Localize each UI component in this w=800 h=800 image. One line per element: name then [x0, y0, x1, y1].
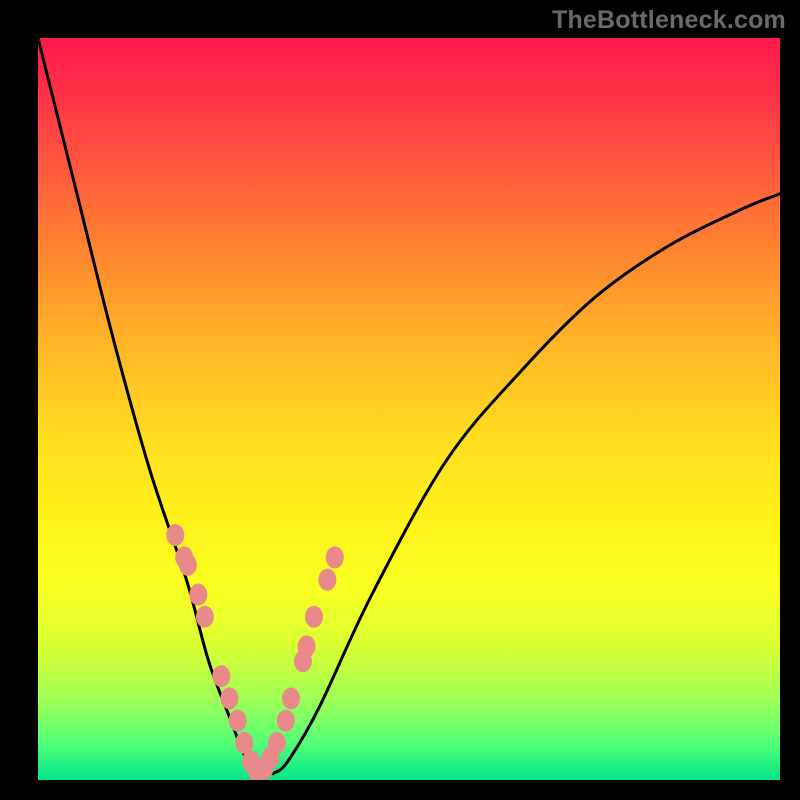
- highlight-point: [277, 710, 295, 732]
- highlight-point: [268, 732, 286, 754]
- highlight-point: [196, 606, 214, 628]
- highlight-points: [166, 524, 344, 780]
- highlight-point: [189, 584, 207, 606]
- highlight-point: [220, 687, 238, 709]
- chart-frame: TheBottleneck.com: [0, 0, 800, 800]
- highlight-point: [212, 665, 230, 687]
- highlight-point: [318, 569, 336, 591]
- highlight-point: [305, 606, 323, 628]
- highlight-point: [179, 554, 197, 576]
- watermark-text: TheBottleneck.com: [552, 6, 786, 35]
- highlight-point: [166, 524, 184, 546]
- highlight-point: [326, 546, 344, 568]
- bottleneck-curve: [38, 38, 780, 774]
- plot-area: [38, 38, 780, 780]
- highlight-point: [229, 710, 247, 732]
- highlight-point: [282, 687, 300, 709]
- highlight-point: [298, 635, 316, 657]
- chart-svg: [38, 38, 780, 780]
